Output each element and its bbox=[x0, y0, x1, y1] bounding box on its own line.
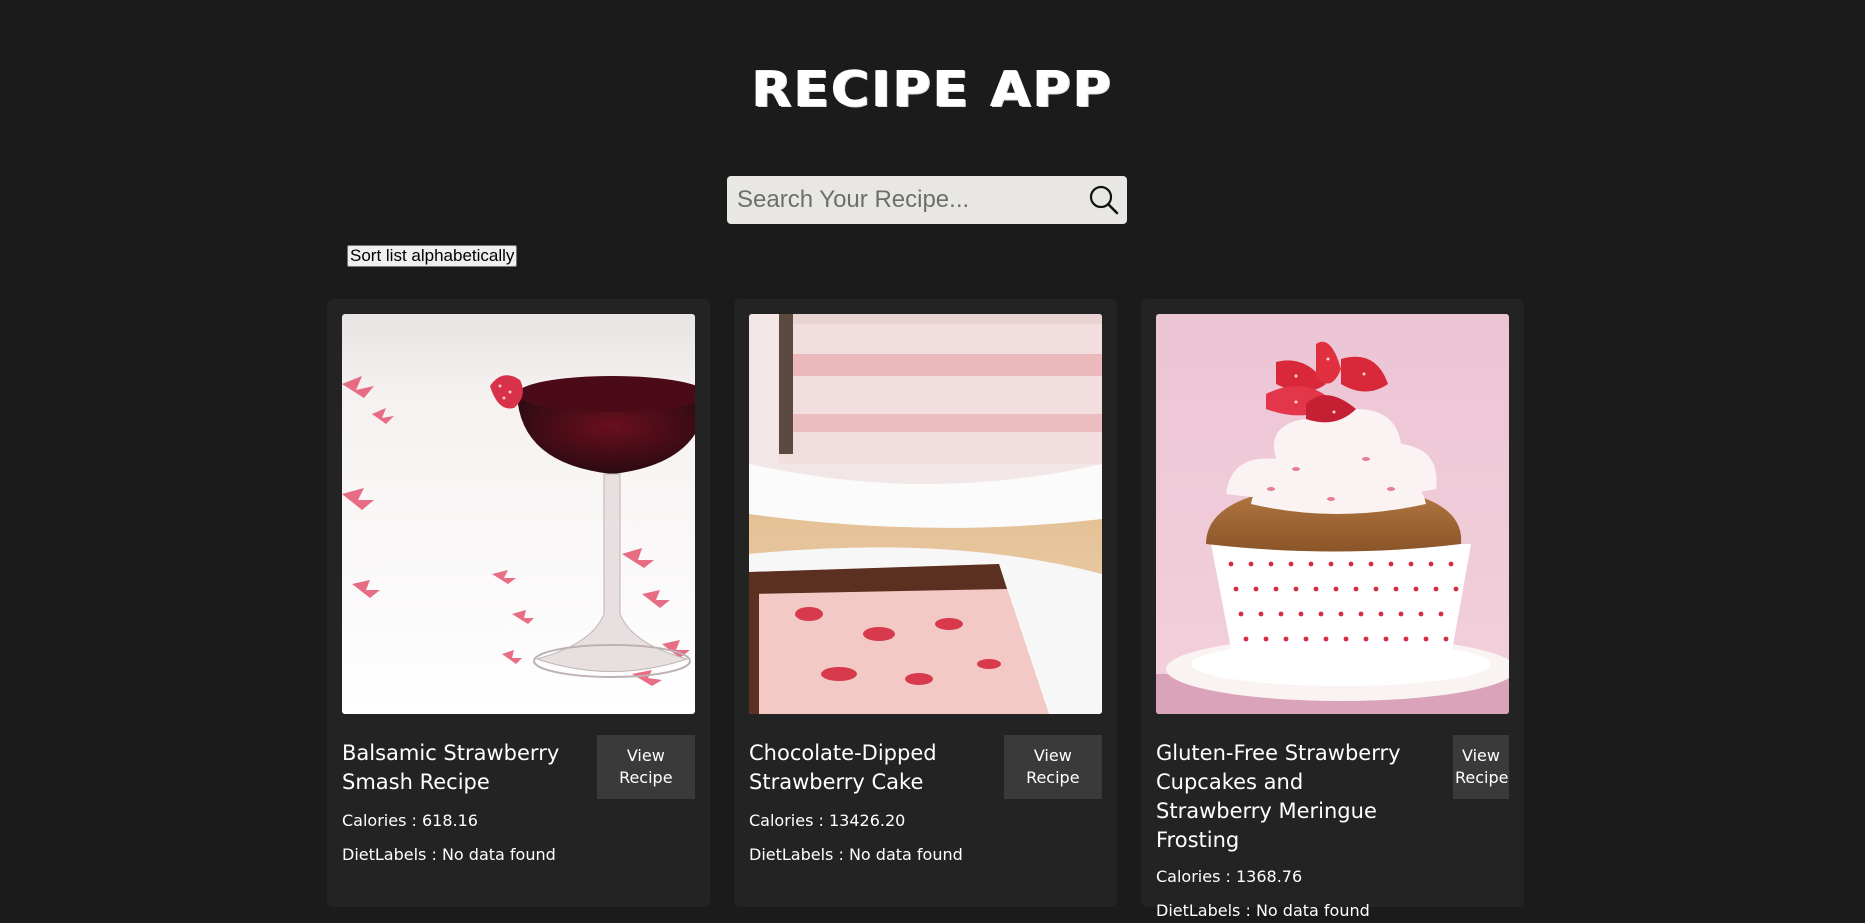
recipe-diet-labels: DietLabels : No data found bbox=[749, 845, 963, 864]
recipe-calories: Calories : 13426.20 bbox=[749, 811, 906, 830]
recipe-title: Balsamic Strawberry Smash Recipe bbox=[342, 741, 560, 794]
view-recipe-button[interactable]: View Recipe bbox=[1453, 735, 1509, 799]
recipe-card: Balsamic Strawberry Smash Recipe View Re… bbox=[327, 299, 710, 907]
view-recipe-button[interactable]: View Recipe bbox=[1003, 735, 1102, 799]
recipe-card: Chocolate-Dipped Strawberry Cake View Re… bbox=[734, 299, 1117, 907]
recipe-image-balsamic-smash bbox=[342, 314, 695, 714]
recipe-image-gluten-free-cupcakes bbox=[1156, 314, 1509, 714]
search-icon bbox=[1089, 185, 1119, 215]
search-button[interactable] bbox=[1081, 176, 1127, 224]
page-title: RECIPE APP bbox=[751, 61, 1114, 119]
recipe-diet-labels: DietLabels : No data found bbox=[1156, 901, 1370, 920]
recipe-calories: Calories : 1368.76 bbox=[1156, 867, 1303, 886]
recipe-diet-labels: DietLabels : No data found bbox=[342, 845, 556, 864]
recipe-title: Gluten-Free Strawberry Cupcakes and Stra… bbox=[1156, 741, 1401, 852]
recipe-calories: Calories : 618.16 bbox=[342, 811, 478, 830]
recipe-image-chocolate-dipped-cake bbox=[749, 314, 1102, 714]
sort-alphabetically-button[interactable]: Sort list alphabetically bbox=[347, 245, 518, 267]
view-recipe-button[interactable]: View Recipe bbox=[596, 735, 695, 799]
search-bar bbox=[727, 176, 1127, 224]
recipe-list: Balsamic Strawberry Smash Recipe View Re… bbox=[327, 299, 1524, 920]
search-input[interactable] bbox=[727, 176, 1081, 224]
recipe-card: Gluten-Free Strawberry Cupcakes and Stra… bbox=[1141, 299, 1524, 920]
recipe-title: Chocolate-Dipped Strawberry Cake bbox=[749, 741, 937, 794]
